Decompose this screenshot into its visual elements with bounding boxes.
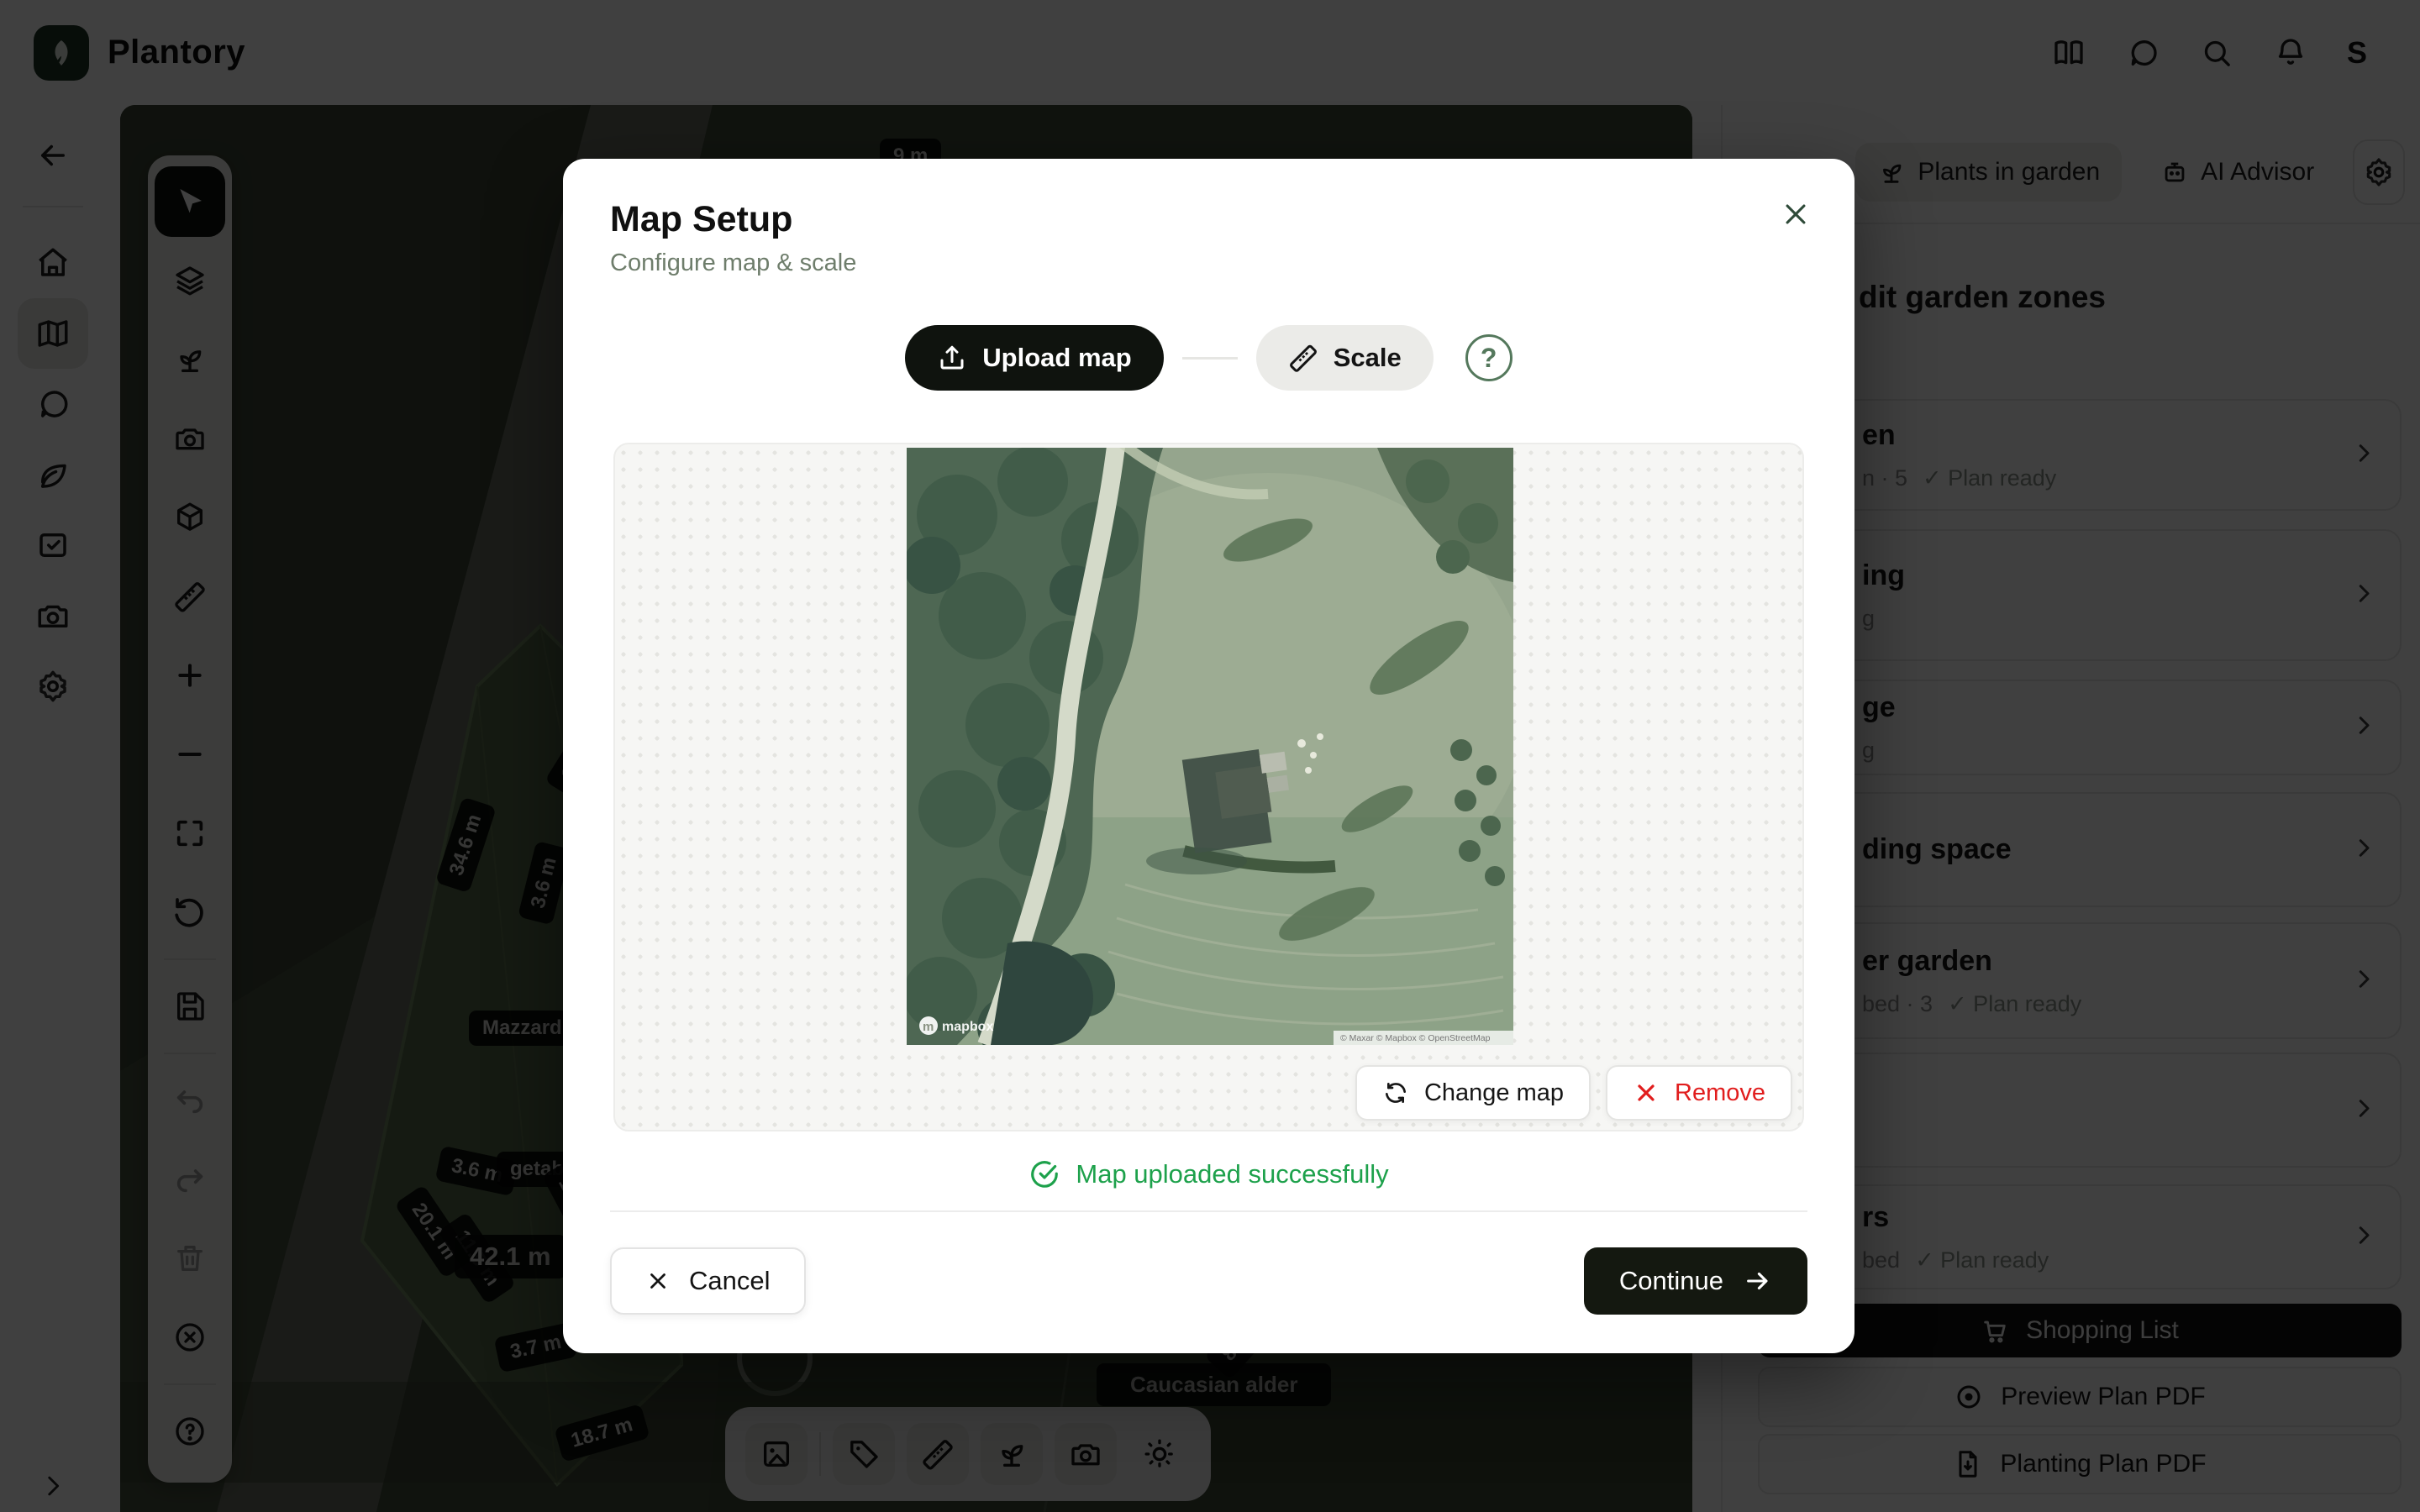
- upload-icon: [937, 343, 967, 373]
- arrow-right-icon: [1744, 1267, 1772, 1295]
- setup-stepper: Upload map Scale ?: [563, 325, 1854, 391]
- success-text: Map uploaded successfully: [1076, 1159, 1388, 1189]
- modal-title: Map Setup: [610, 199, 792, 240]
- upload-success-message: Map uploaded successfully: [563, 1158, 1854, 1190]
- check-circle-icon: [1028, 1158, 1060, 1190]
- map-attribution: © Maxar © Mapbox © OpenStreetMap: [1334, 1031, 1513, 1045]
- refresh-icon: [1382, 1079, 1409, 1106]
- step-upload-map[interactable]: Upload map: [905, 325, 1163, 391]
- uploaded-map-image: m mapbox © Maxar © Mapbox © OpenStreetMa…: [907, 448, 1513, 1045]
- svg-text:m: m: [923, 1020, 934, 1034]
- remove-map-label: Remove: [1675, 1079, 1765, 1107]
- modal-subtitle: Configure map & scale: [610, 249, 856, 277]
- continue-button[interactable]: Continue: [1584, 1247, 1807, 1315]
- modal-divider: [610, 1210, 1807, 1212]
- map-preview-dropzone: m mapbox © Maxar © Mapbox © OpenStreetMa…: [613, 443, 1804, 1131]
- mapbox-watermark: m mapbox: [919, 1016, 993, 1035]
- step-scale[interactable]: Scale: [1256, 325, 1434, 391]
- svg-text:© Maxar © Mapbox © OpenStreetM: © Maxar © Mapbox © OpenStreetMap: [1340, 1033, 1491, 1043]
- stepper-connector: [1182, 357, 1238, 360]
- close-icon[interactable]: [1772, 191, 1819, 238]
- svg-text:mapbox: mapbox: [942, 1020, 993, 1034]
- change-map-button[interactable]: Change map: [1355, 1065, 1591, 1121]
- cancel-label: Cancel: [689, 1266, 771, 1296]
- x-icon: [645, 1268, 671, 1294]
- step-upload-label: Upload map: [982, 343, 1131, 373]
- ruler-icon: [1288, 343, 1318, 373]
- change-map-label: Change map: [1424, 1079, 1564, 1107]
- modal-footer: Cancel Continue: [610, 1247, 1807, 1315]
- x-icon: [1633, 1079, 1660, 1106]
- continue-label: Continue: [1619, 1266, 1723, 1296]
- map-setup-modal: Map Setup Configure map & scale Upload m…: [563, 159, 1854, 1353]
- remove-map-button[interactable]: Remove: [1606, 1065, 1792, 1121]
- plantory-app: Plantory S: [0, 0, 2420, 1512]
- step-scale-label: Scale: [1334, 343, 1402, 373]
- cancel-button[interactable]: Cancel: [610, 1247, 806, 1315]
- help-circle-icon[interactable]: ?: [1465, 334, 1512, 381]
- preview-actions: Change map Remove: [615, 1053, 1804, 1131]
